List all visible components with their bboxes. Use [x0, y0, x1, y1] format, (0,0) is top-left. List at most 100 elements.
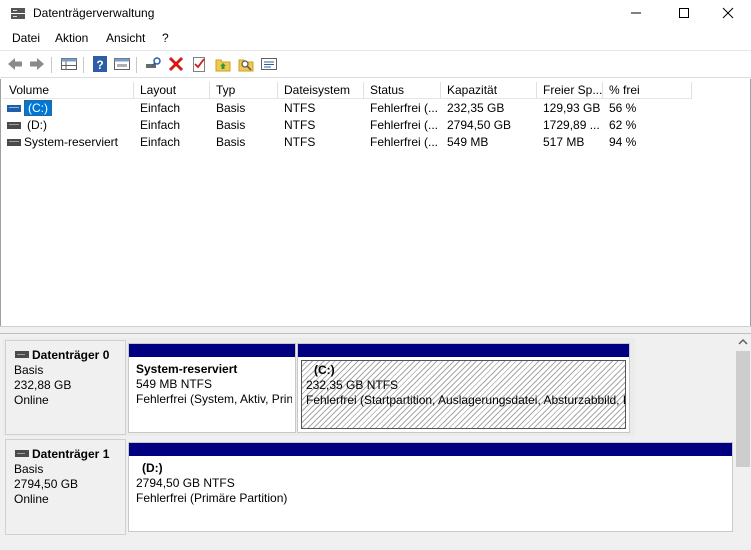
dateisystem-cell: NTFS: [284, 118, 316, 132]
volume-list: Volume Layout Typ Dateisystem Status Kap…: [0, 79, 751, 326]
disk-1-state: Online: [14, 492, 49, 506]
close-button[interactable]: [705, 0, 751, 27]
table-row[interactable]: System-reserviert Einfach Basis NTFS Feh…: [2, 134, 692, 151]
layout-cell: Einfach: [140, 135, 181, 149]
toolbar-separator: [136, 57, 137, 73]
pane-splitter[interactable]: [0, 326, 751, 334]
folder-up-icon[interactable]: [214, 55, 232, 73]
freier-speicher-cell: 1729,89 ...: [543, 118, 600, 132]
maximize-icon: [679, 8, 689, 18]
status-cell: Fehlerfrei (...: [370, 101, 439, 115]
menu-bar: Datei Aktion Ansicht ?: [0, 29, 751, 49]
scrollbar-thumb[interactable]: [736, 351, 750, 467]
layout-cell: Einfach: [140, 101, 181, 115]
typ-cell: Basis: [216, 101, 246, 115]
partition-name: (C:): [314, 363, 335, 377]
drive-icon: [7, 105, 21, 112]
freier-speicher-cell: 129,93 GB: [543, 101, 601, 115]
drive-icon: [7, 122, 21, 129]
settings-list-icon[interactable]: [260, 55, 278, 73]
maximize-button[interactable]: [661, 0, 707, 27]
prozent-frei-cell: 62 %: [609, 118, 637, 132]
disk-1-size: 2794,50 GB: [14, 477, 79, 491]
partition-size: 232,35 GB NTFS: [306, 378, 399, 392]
forward-arrow-icon[interactable]: [28, 55, 46, 73]
checklist-icon[interactable]: [190, 55, 208, 73]
dateisystem-cell: NTFS: [284, 135, 316, 149]
partition-bar: [298, 344, 629, 357]
back-arrow-icon[interactable]: [6, 55, 24, 73]
disk-icon: [15, 351, 29, 358]
kapazitaet-cell: 232,35 GB: [447, 101, 505, 115]
svg-text:?: ?: [96, 58, 103, 72]
layout-cell: Einfach: [140, 118, 181, 132]
search-folder-icon[interactable]: [237, 55, 255, 73]
dateisystem-cell: NTFS: [284, 101, 316, 115]
partition-d[interactable]: (D:) 2794,50 GB NTFS Fehlerfrei (Primäre…: [128, 442, 733, 532]
menu-ansicht[interactable]: Ansicht: [106, 31, 145, 45]
window-title: Datenträgerverwaltung: [33, 6, 155, 20]
disk-0-state: Online: [14, 393, 49, 407]
disk-management-icon: [11, 8, 25, 19]
connect-disk-icon[interactable]: [144, 55, 162, 73]
typ-cell: Basis: [216, 135, 246, 149]
disk-0-name: Datenträger 0: [32, 348, 110, 362]
delete-icon[interactable]: [167, 55, 185, 73]
help-icon[interactable]: ?: [91, 55, 109, 73]
close-icon: [722, 7, 734, 19]
partition-bar: [129, 344, 295, 357]
partition-name: System-reserviert: [136, 362, 238, 376]
menu-datei[interactable]: Datei: [12, 31, 40, 45]
properties-grid-icon[interactable]: [60, 55, 78, 73]
partition-status: Fehlerfrei (Startpartition, Auslagerungs…: [306, 393, 626, 407]
partition-name: (D:): [142, 461, 163, 475]
partition-bar: [129, 443, 732, 456]
volume-name: (D:): [27, 118, 47, 132]
menu-aktion[interactable]: Aktion: [55, 31, 88, 45]
disk-1-name: Datenträger 1: [32, 447, 110, 461]
horizontal-scrollbar[interactable]: [0, 544, 735, 550]
status-cell: Fehlerfrei (...: [370, 135, 439, 149]
column-header-kapazitaet[interactable]: Kapazität: [441, 82, 537, 99]
freier-speicher-cell: 517 MB: [543, 135, 585, 149]
table-row[interactable]: (C:) Einfach Basis NTFS Fehlerfrei (... …: [2, 100, 692, 117]
disk-graphical-view: Datenträger 0 Basis 232,88 GB Online Sys…: [0, 334, 751, 550]
scroll-up-icon[interactable]: [735, 334, 751, 350]
typ-cell: Basis: [216, 118, 246, 132]
disk-icon: [15, 450, 29, 457]
menu-help[interactable]: ?: [162, 31, 169, 45]
disk-1-info[interactable]: Datenträger 1 Basis 2794,50 GB Online: [5, 439, 126, 535]
disk-0-type: Basis: [14, 363, 44, 377]
column-header-typ[interactable]: Typ: [210, 82, 278, 99]
toolbar-separator: [51, 57, 52, 73]
volume-name: System-reserviert: [24, 135, 119, 149]
partition-status: Fehlerfrei (Primäre Partition): [136, 491, 288, 505]
column-header-dateisystem[interactable]: Dateisystem: [278, 82, 364, 99]
partition-c[interactable]: (C:) 232,35 GB NTFS Fehlerfrei (Startpar…: [297, 343, 630, 433]
title-bar: Datenträgerverwaltung: [0, 0, 751, 27]
show-pane-icon[interactable]: [113, 55, 131, 73]
drive-icon: [7, 139, 21, 146]
disk-0-info[interactable]: Datenträger 0 Basis 232,88 GB Online: [5, 340, 126, 435]
toolbar-separator: [83, 57, 84, 73]
status-cell: Fehlerfrei (...: [370, 118, 439, 132]
disk-0-size: 232,88 GB: [14, 378, 72, 392]
partition-status: Fehlerfrei (System, Aktiv, Prin: [136, 392, 292, 406]
column-header-layout[interactable]: Layout: [134, 82, 210, 99]
column-header-status[interactable]: Status: [364, 82, 441, 99]
prozent-frei-cell: 94 %: [609, 135, 637, 149]
prozent-frei-cell: 56 %: [609, 101, 637, 115]
partition-size: 2794,50 GB NTFS: [136, 476, 235, 490]
partition-system-reserviert[interactable]: System-reserviert 549 MB NTFS Fehlerfrei…: [128, 343, 296, 433]
minimize-icon: [631, 12, 641, 14]
kapazitaet-cell: 2794,50 GB: [447, 118, 512, 132]
column-header-freier-speicher[interactable]: Freier Sp...: [537, 82, 603, 99]
vertical-scrollbar[interactable]: [735, 334, 751, 546]
kapazitaet-cell: 549 MB: [447, 135, 489, 149]
minimize-button[interactable]: [613, 0, 659, 27]
partition-size: 549 MB NTFS: [136, 377, 213, 391]
column-header-volume[interactable]: Volume: [3, 82, 134, 99]
disk-1-type: Basis: [14, 462, 44, 476]
column-header-prozent-frei[interactable]: % frei: [603, 82, 692, 99]
table-row[interactable]: (D:) Einfach Basis NTFS Fehlerfrei (... …: [2, 117, 692, 134]
